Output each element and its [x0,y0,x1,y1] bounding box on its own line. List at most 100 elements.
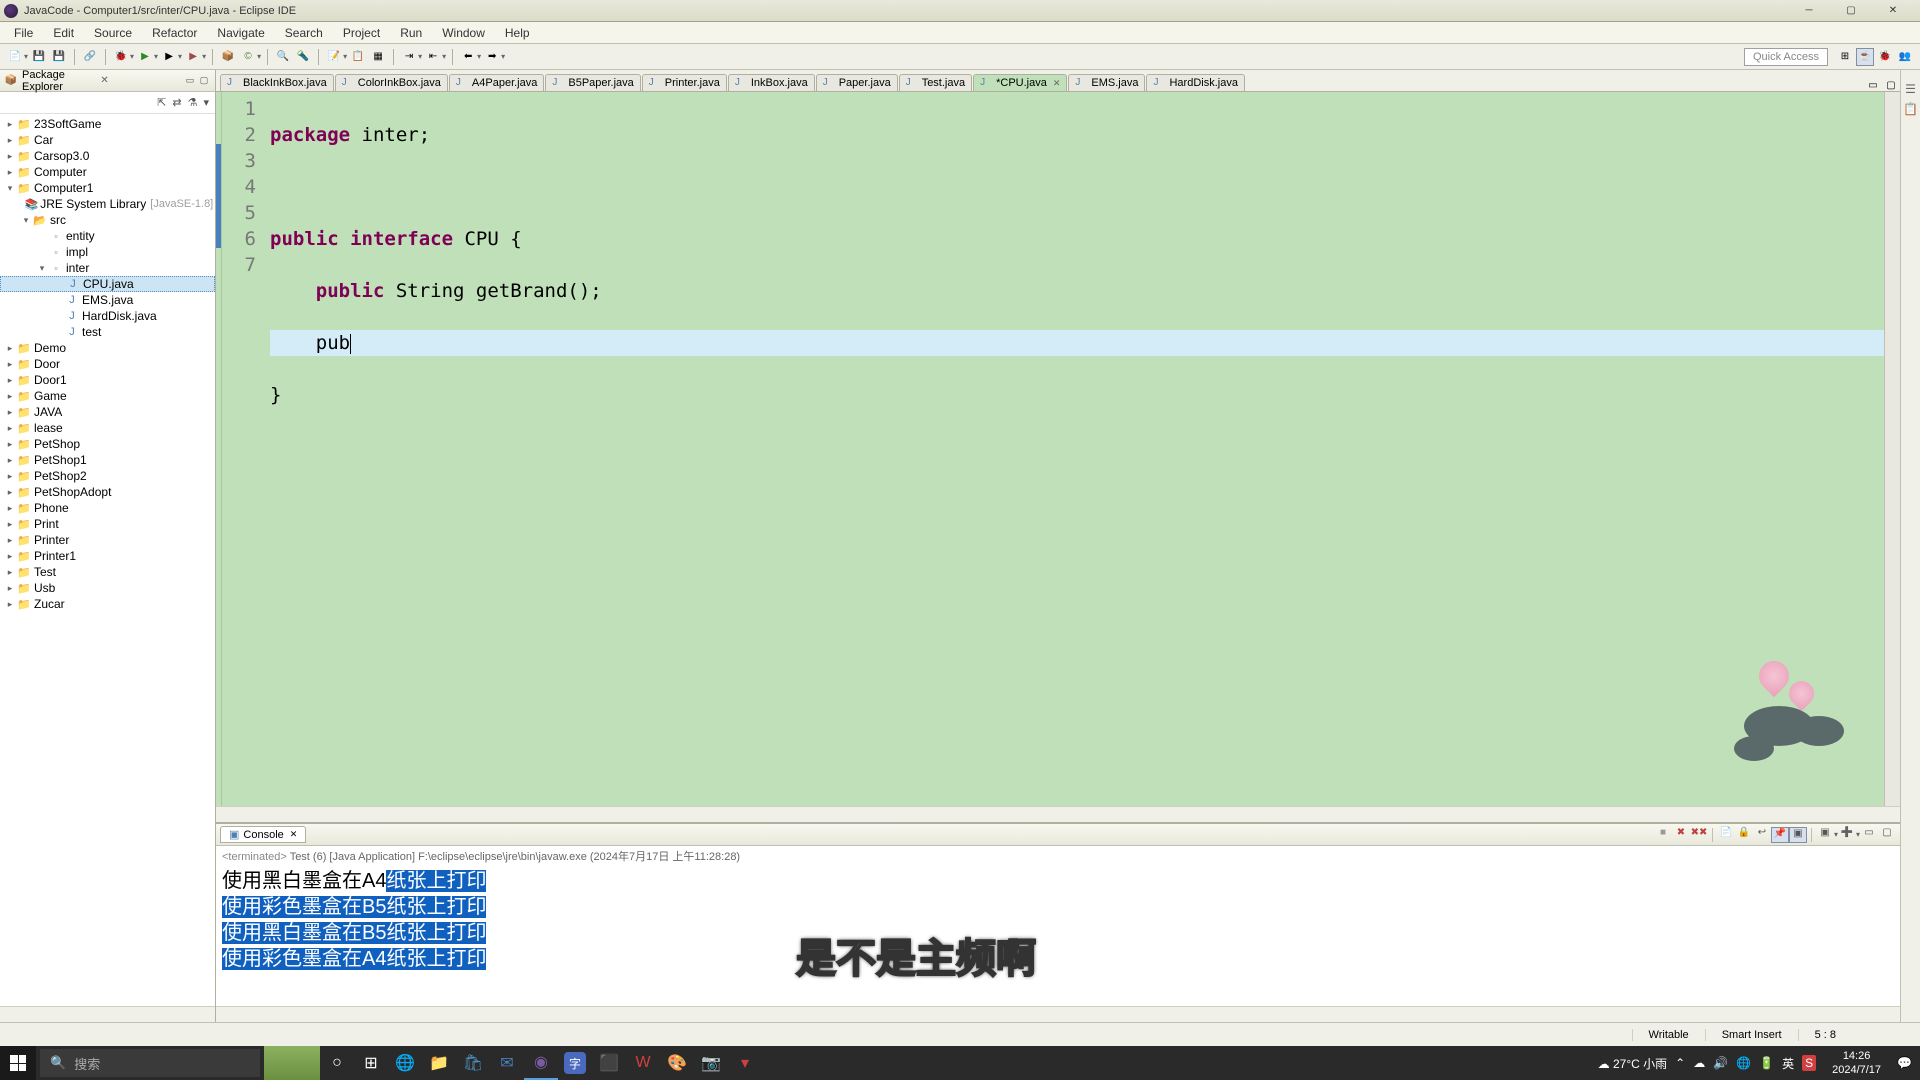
tree-item[interactable]: ▸ 📁 Phone [0,500,215,516]
tree-item[interactable]: ▸ 📁 PetShop1 [0,452,215,468]
new-class-button[interactable]: © [239,48,257,66]
task-button[interactable]: 📋 [349,48,367,66]
scroll-lock-button[interactable]: 🔒 [1735,827,1753,843]
run-button[interactable]: ▶ [136,48,154,66]
editor-minimize-button[interactable]: ▭ [1864,80,1882,91]
taskbar-clock[interactable]: 14:26 2024/7/17 [1824,1049,1889,1077]
tree-twisty-icon[interactable]: ▾ [36,263,48,274]
annotation-button[interactable]: 📝 [325,48,343,66]
console-maximize-button[interactable]: ▢ [1878,827,1896,843]
editor-tab[interactable]: J BlackInkBox.java [220,74,334,91]
menu-run[interactable]: Run [390,24,432,42]
tree-item[interactable]: ▸ 📁 JAVA [0,404,215,420]
tray-onedrive-icon[interactable]: ☁ [1693,1056,1705,1070]
show-console-button[interactable]: ▣ [1789,827,1807,843]
save-button[interactable]: 💾 [30,48,48,66]
save-all-button[interactable]: 💾 [50,48,68,66]
tree-twisty-icon[interactable]: ▸ [4,535,16,546]
editor-tab[interactable]: J Test.java [899,74,972,91]
tree-item[interactable]: ▸ 📁 Printer [0,532,215,548]
display-console-button[interactable]: ▣ [1816,827,1834,843]
menu-source[interactable]: Source [84,24,142,42]
tree-hscroll[interactable] [0,1006,215,1022]
console-tab[interactable]: ▣ Console ✕ [220,826,306,843]
tree-item[interactable]: ▸ 📁 Print [0,516,215,532]
editor-tab[interactable]: J Printer.java [642,74,727,91]
collapse-all-button[interactable]: ⇱ [157,96,166,109]
back-button[interactable]: ⬅ [459,48,477,66]
tray-ime2-icon[interactable]: S [1802,1055,1816,1071]
tree-item[interactable]: ▸ 📁 Carsop3.0 [0,148,215,164]
taskbar-mail[interactable]: ✉ [490,1046,524,1080]
notification-button[interactable]: 💬 [1897,1056,1912,1070]
tree-twisty-icon[interactable]: ▸ [4,551,16,562]
editor-tab[interactable]: J B5Paper.java [545,74,640,91]
tree-twisty-icon[interactable]: ▸ [4,487,16,498]
taskbar-app1[interactable]: 字 [564,1052,586,1074]
editor-tab[interactable]: J Paper.java [816,74,898,91]
tree-twisty-icon[interactable]: ▸ [4,455,16,466]
terminate-button[interactable]: ■ [1654,827,1672,843]
tree-twisty-icon[interactable]: ▸ [4,135,16,146]
tree-item[interactable]: ▸ ▫ impl [0,244,215,260]
tree-twisty-icon[interactable]: ▸ [4,167,16,178]
minimize-button[interactable]: ─ [1794,3,1824,19]
menu-help[interactable]: Help [495,24,540,42]
taskbar-edge[interactable]: 🌐 [388,1046,422,1080]
tree-twisty-icon[interactable]: ▸ [4,583,16,594]
editor-tab[interactable]: J ColorInkBox.java [335,74,448,91]
editor-tab[interactable]: J HardDisk.java [1146,74,1244,91]
new-package-button[interactable]: 📦 [219,48,237,66]
link-editor-button[interactable]: ⇄ [172,96,181,109]
tree-item[interactable]: ▸ 📁 Zucar [0,596,215,612]
tree-item[interactable]: ▸ J EMS.java [0,292,215,308]
tree-item[interactable]: ▾ 📂 src [0,212,215,228]
new-button[interactable]: 📄 [6,48,24,66]
tree-twisty-icon[interactable]: ▸ [4,599,16,610]
taskbar-app5[interactable]: ▾ [728,1046,762,1080]
tree-twisty-icon[interactable]: ▸ [4,423,16,434]
taskbar-eclipse[interactable]: ◉ [524,1046,558,1080]
console-tab-close-icon[interactable]: ✕ [290,829,298,840]
weather-widget[interactable]: ☁ 27°C 小雨 [1598,1055,1668,1072]
tree-twisty-icon[interactable]: ▸ [4,503,16,514]
coverage-button[interactable]: ▶ [160,48,178,66]
tree-item[interactable]: ▸ 📁 Demo [0,340,215,356]
view-minimize-button[interactable]: ▭ [183,74,197,88]
tree-item[interactable]: ▸ 📁 lease [0,420,215,436]
tray-volume-icon[interactable]: 🔊 [1713,1056,1728,1070]
debug-button[interactable]: 🐞 [112,48,130,66]
tree-twisty-icon[interactable]: ▸ [4,407,16,418]
editor-tab[interactable]: J EMS.java [1068,74,1145,91]
java-perspective-button[interactable]: ☕ [1856,48,1874,66]
tray-ime-icon[interactable]: 英 [1782,1055,1794,1072]
tree-twisty-icon[interactable]: ▸ [4,391,16,402]
clear-console-button[interactable]: 📄 [1717,827,1735,843]
tree-item[interactable]: ▸ 📁 Printer1 [0,548,215,564]
menu-navigate[interactable]: Navigate [207,24,274,42]
code-editor[interactable]: 1234567 package inter; public interface … [216,92,1900,806]
taskbar-search[interactable]: 🔍 搜索 [40,1049,260,1077]
tree-item[interactable]: ▸ 📁 Game [0,388,215,404]
tree-twisty-icon[interactable]: ▾ [4,183,16,194]
nav-button[interactable]: ⇥ [400,48,418,66]
tree-item[interactable]: ▸ 📚 JRE System Library [JavaSE-1.8] [0,196,215,212]
task-list-button[interactable]: 📋 [1901,102,1920,116]
search-button[interactable]: 🔦 [294,48,312,66]
ext-tools-button[interactable]: ▶ [184,48,202,66]
tree-item[interactable]: ▸ J CPU.java [0,276,215,292]
tree-twisty-icon[interactable]: ▸ [4,151,16,162]
tree-item[interactable]: ▾ ▫ inter [0,260,215,276]
forward-button[interactable]: ➡ [483,48,501,66]
editor-tab[interactable]: J *CPU.java ✕ [973,74,1067,91]
menu-refactor[interactable]: Refactor [142,24,207,42]
tree-item[interactable]: ▸ 📁 Door1 [0,372,215,388]
taskbar-store[interactable]: 🛍 [456,1046,490,1080]
tree-item[interactable]: ▸ ▫ entity [0,228,215,244]
taskbar-app-game[interactable] [264,1046,320,1080]
editor-hscroll[interactable] [216,806,1900,822]
tree-twisty-icon[interactable]: ▾ [20,215,32,226]
open-type-button[interactable]: 🔍 [274,48,292,66]
console-hscroll[interactable] [216,1006,1900,1022]
tree-item[interactable]: ▸ 📁 Test [0,564,215,580]
